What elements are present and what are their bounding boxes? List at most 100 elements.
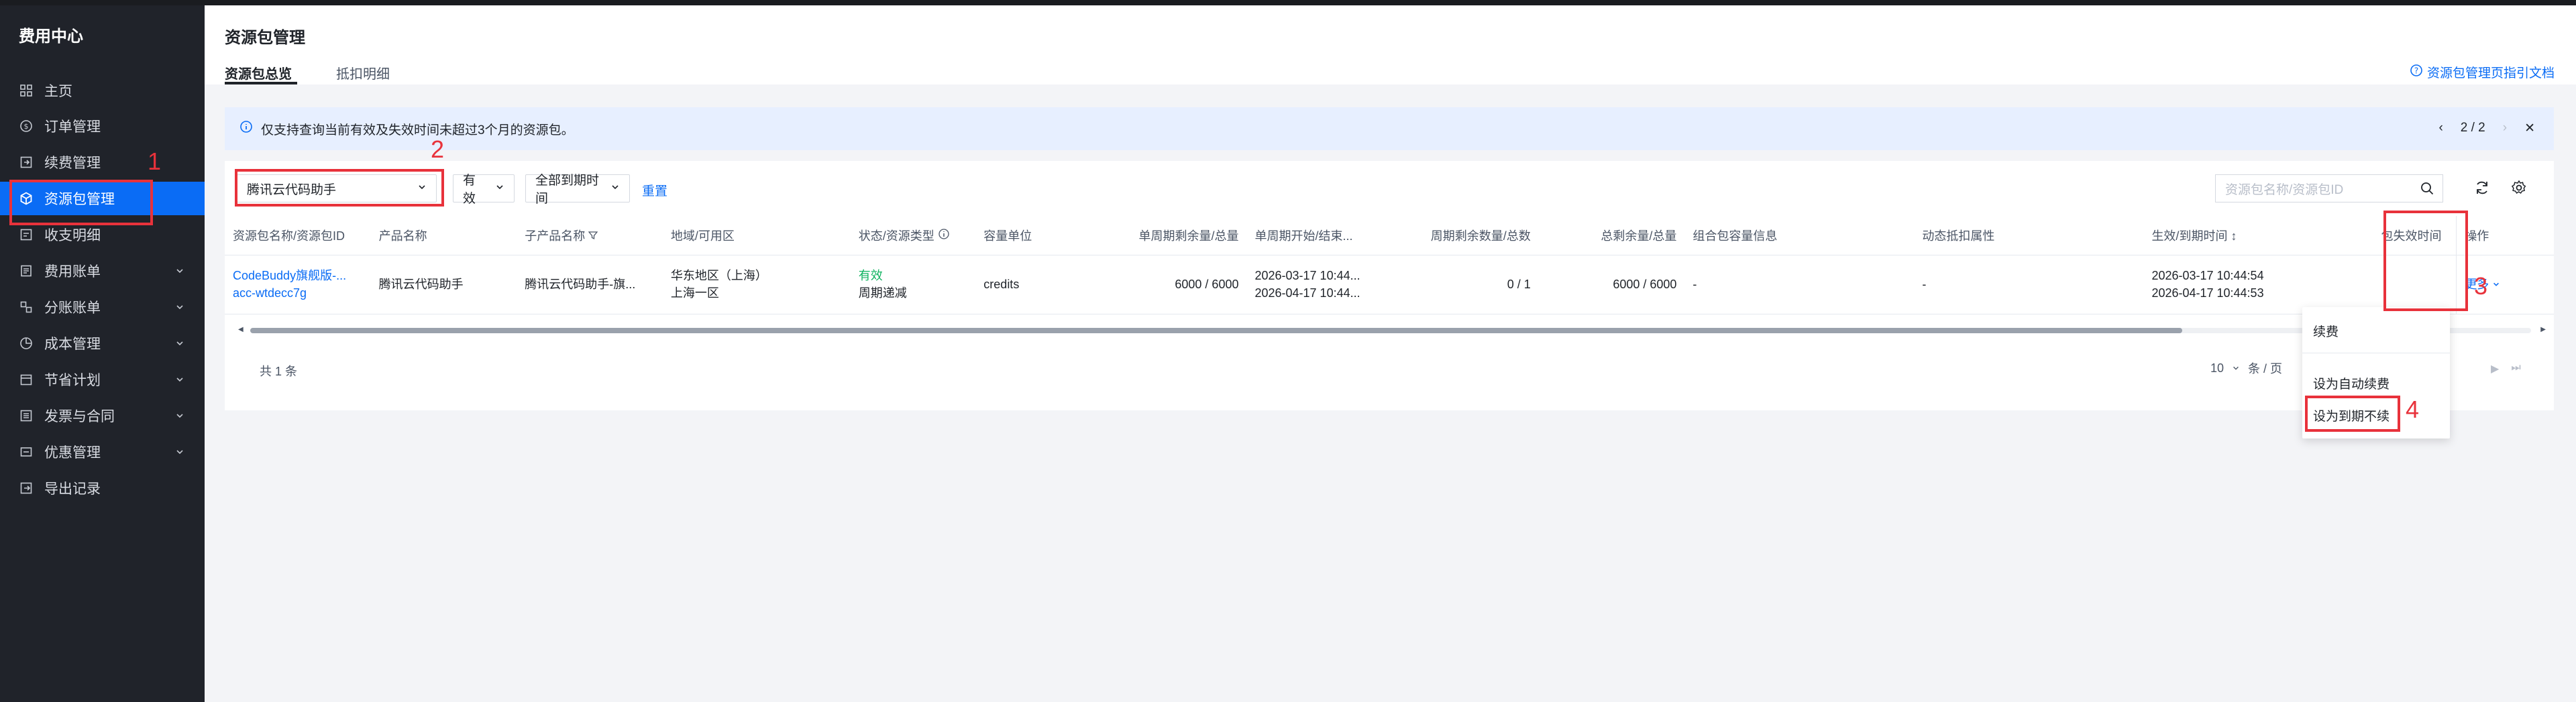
next-page-icon[interactable]: ▶: [2491, 362, 2499, 375]
cell-unit: credits: [975, 255, 1108, 314]
sort-icon[interactable]: ↕: [2231, 229, 2237, 243]
info-icon: [239, 120, 253, 137]
scroll-thumb[interactable]: [250, 328, 2182, 333]
table-row: CodeBuddy旗舰版-... acc-wtdecc7g 腾讯云代码助手 腾讯…: [225, 255, 2554, 314]
expiry-select-value: 全部到期时间: [535, 174, 600, 206]
cell-product: 腾讯云代码助手: [370, 255, 517, 314]
effective-text: 2026-03-17 10:44:54: [2151, 269, 2264, 282]
sidebar-item-label: 主页: [44, 84, 72, 99]
annotation-number-2: 2: [431, 135, 445, 163]
plan-icon: [19, 372, 34, 387]
expire-text: 2026-04-17 10:44:53: [2151, 286, 2264, 300]
top-bar: [0, 0, 2576, 5]
cell-subproduct: 腾讯云代码助手-旗...: [517, 255, 663, 314]
sidebar-item-bills[interactable]: 费用账单: [0, 254, 205, 288]
cycle-end-text: 2026-04-17 10:44...: [1254, 286, 1360, 300]
annotation-box-1: [9, 180, 153, 225]
prev-icon[interactable]: ‹: [2438, 121, 2443, 136]
page-size-select[interactable]: 10 条 / 页: [2210, 359, 2282, 377]
status-select[interactable]: 有效: [453, 174, 515, 206]
sidebar-item-savings[interactable]: 节省计划: [0, 363, 205, 396]
settings-icon[interactable]: [2511, 180, 2527, 199]
chevron-down-icon: [175, 408, 184, 424]
receipt-icon: [19, 227, 34, 242]
chevron-down-icon: [175, 372, 184, 388]
sidebar-item-label: 优惠管理: [44, 445, 101, 461]
doc-link-label: 资源包管理页指引文档: [2426, 66, 2555, 80]
order-icon: $: [19, 119, 34, 133]
sidebar-item-split[interactable]: 分账账单: [0, 290, 205, 324]
help-icon: ?: [2410, 64, 2423, 81]
cell-region: 华东地区（上海） 上海一区: [662, 255, 851, 314]
cell-combo: -: [1684, 255, 1915, 314]
refresh-icon[interactable]: [2474, 180, 2490, 199]
invoice-icon: [19, 408, 34, 423]
pie-icon: [19, 336, 34, 351]
notice-pager: ‹ 2 / 2 › ✕: [2438, 121, 2535, 136]
region-text: 华东地区（上海）: [670, 269, 767, 282]
sidebar-item-orders[interactable]: $ 订单管理: [0, 109, 205, 143]
col-header: 组合包容量信息: [1684, 216, 1915, 255]
menu-item-auto-renew[interactable]: 设为自动续费: [2313, 374, 2390, 392]
chevron-down-icon: [175, 300, 184, 316]
col-header: 单周期开始/结束...: [1246, 216, 1400, 255]
sidebar-item-label: 费用账单: [44, 264, 101, 280]
last-page-icon[interactable]: ⏭: [2511, 362, 2520, 375]
menu-item-renew[interactable]: 续费: [2313, 322, 2339, 340]
per-page-label: 条 / 页: [2248, 362, 2283, 375]
page-header: 资源包管理 资源包总览 抵扣明细 ? 资源包管理页指引文档: [205, 5, 2576, 84]
chevron-down-icon: [495, 181, 504, 196]
reset-button[interactable]: 重置: [642, 181, 667, 199]
discount-icon: [19, 445, 34, 459]
filter-icon[interactable]: [588, 229, 598, 243]
col-header: 地域/可用区: [662, 216, 851, 255]
search-icon[interactable]: [2420, 181, 2434, 200]
col-header-effective: 生效/到期时间 ↕: [2143, 216, 2373, 255]
annotation-box-4: [2305, 396, 2400, 432]
tab-deduction[interactable]: 抵扣明细: [336, 63, 390, 82]
sidebar: 费用中心 主页 $ 订单管理 续费管理 资源包管理 收支明细 费用账单 分账账单…: [0, 5, 205, 702]
cell-name: CodeBuddy旗舰版-... acc-wtdecc7g: [225, 255, 371, 314]
zone-text: 上海一区: [670, 286, 719, 300]
col-header: 容量单位: [975, 216, 1108, 255]
total-count: 共 1 条: [260, 365, 298, 378]
cell-total-remain: 6000 / 6000: [1538, 255, 1685, 314]
sidebar-item-label: 成本管理: [44, 337, 101, 352]
sidebar-item-label: 导出记录: [44, 481, 101, 497]
scroll-right-icon[interactable]: ▶: [2540, 326, 2546, 333]
sidebar-title: 费用中心: [19, 27, 83, 46]
next-icon[interactable]: ›: [2503, 121, 2507, 136]
col-header: 单周期剩余量/总量: [1108, 216, 1247, 255]
sidebar-item-export[interactable]: 导出记录: [0, 471, 205, 505]
sidebar-item-label: 分账账单: [44, 300, 101, 316]
sidebar-item-invoice[interactable]: 发票与合同: [0, 399, 205, 432]
scroll-left-icon[interactable]: ◀: [238, 326, 244, 333]
sidebar-item-home[interactable]: 主页: [0, 74, 205, 107]
cell-effective: 2026-03-17 10:44:54 2026-04-17 10:44:53: [2143, 255, 2373, 314]
sidebar-item-cost[interactable]: 成本管理: [0, 327, 205, 360]
sidebar-item-discount[interactable]: 优惠管理: [0, 435, 205, 469]
search-input[interactable]: 资源包名称/资源包ID: [2215, 174, 2443, 202]
horizontal-scrollbar[interactable]: ◀ ▶: [238, 326, 2546, 335]
chevron-down-icon: [2232, 361, 2240, 375]
tab-overview[interactable]: 资源包总览: [225, 63, 292, 82]
notice-text: 仅支持查询当前有效及失效时间未超过3个月的资源包。: [261, 123, 574, 137]
page-title: 资源包管理: [225, 29, 305, 47]
grid-icon: [19, 83, 34, 98]
sidebar-item-label: 订单管理: [44, 119, 101, 135]
info-icon[interactable]: [938, 229, 950, 243]
sidebar-item-label: 节省计划: [44, 373, 101, 388]
close-icon[interactable]: ✕: [2524, 121, 2535, 136]
package-id-link[interactable]: acc-wtdecc7g: [233, 284, 363, 302]
chevron-down-icon: [175, 336, 184, 352]
sidebar-item-renew[interactable]: 续费管理: [0, 145, 205, 179]
status-text: 有效: [858, 269, 883, 282]
status-select-value: 有效: [463, 174, 476, 206]
chevron-down-icon: [175, 264, 184, 280]
tab-underline: [225, 82, 297, 84]
cell-cycle-remain: 6000 / 6000: [1108, 255, 1247, 314]
cell-cycle-time: 2026-03-17 10:44... 2026-04-17 10:44...: [1246, 255, 1400, 314]
doc-link[interactable]: ? 资源包管理页指引文档: [2410, 63, 2555, 81]
expiry-select[interactable]: 全部到期时间: [525, 174, 630, 206]
package-name-link[interactable]: CodeBuddy旗舰版-...: [233, 267, 363, 284]
